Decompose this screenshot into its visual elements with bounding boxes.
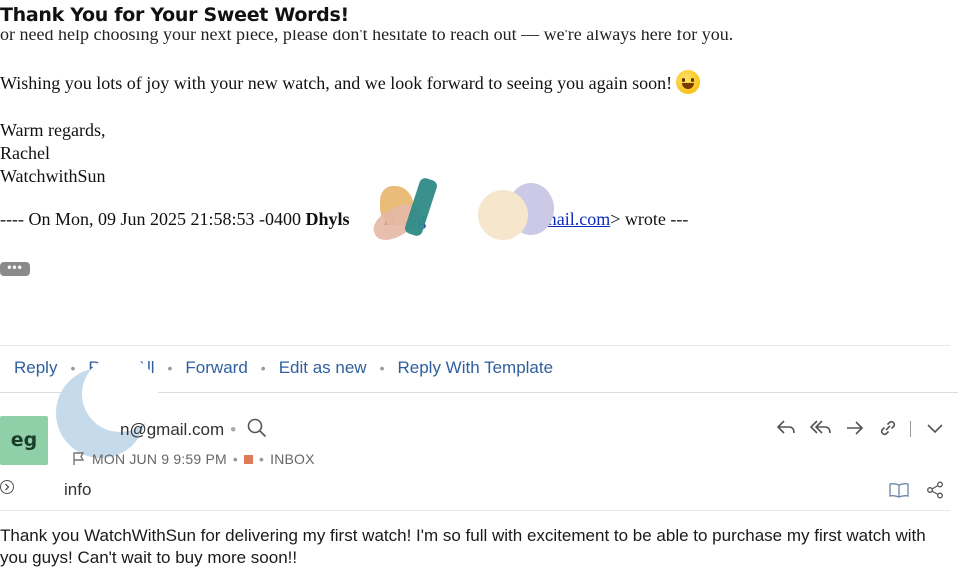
divider [0, 510, 950, 511]
label-tag-icon[interactable] [244, 455, 253, 464]
divider [0, 345, 950, 346]
share-icon[interactable] [926, 481, 944, 499]
email-subject: Thank You for Your Sweet Words! [0, 4, 355, 26]
expand-details-icon[interactable] [0, 480, 14, 494]
sender-line: n@gmail.com • [64, 418, 267, 440]
folder-label[interactable]: INBOX [270, 451, 315, 467]
reply-button[interactable]: Reply [14, 358, 57, 377]
closing-name: Rachel [0, 143, 50, 163]
link-icon[interactable] [878, 418, 898, 438]
avatar[interactable]: eg [0, 416, 48, 465]
forward-button[interactable]: Forward [185, 358, 247, 377]
message-wish-line: Wishing you lots of joy with your new wa… [0, 70, 701, 94]
reply-icon[interactable] [776, 419, 796, 437]
toolbar-separator [910, 421, 911, 437]
closing-greeting: Warm regards, [0, 120, 106, 140]
email-date: MON JUN 9 9:59 PM [92, 451, 227, 467]
search-icon[interactable] [247, 418, 267, 438]
edit-as-new-button[interactable]: Edit as new [279, 358, 367, 377]
email-meta: MON JUN 9 9:59 PM • • INBOX [72, 451, 315, 467]
separator-dot: • [379, 360, 385, 376]
email-body: Thank you WatchWithSun for delivering my… [0, 526, 926, 567]
flag-icon[interactable] [72, 452, 86, 466]
reply-with-template-button[interactable]: Reply With Template [397, 358, 553, 377]
decorative-blob [478, 190, 528, 240]
separator-dot: • [167, 360, 173, 376]
quoted-header: ---- On Mon, 09 Jun 2025 21:58:53 -0400 … [0, 209, 689, 229]
separator-dot: • [260, 360, 266, 376]
smile-emoji-icon [676, 70, 701, 94]
sender-email[interactable]: n@gmail.com [120, 420, 224, 439]
show-quoted-text-button[interactable]: ••• [0, 261, 30, 276]
forward-icon[interactable] [845, 419, 865, 437]
reply-all-icon[interactable] [810, 419, 832, 437]
separator-dot: • [70, 360, 76, 376]
closing-company: WatchwithSun [0, 166, 106, 186]
chevron-down-icon[interactable] [926, 421, 944, 435]
message-line-partial: or need help choosing your next piece, p… [0, 24, 734, 44]
recipient: info [64, 480, 92, 499]
reading-mode-icon[interactable] [889, 482, 909, 498]
